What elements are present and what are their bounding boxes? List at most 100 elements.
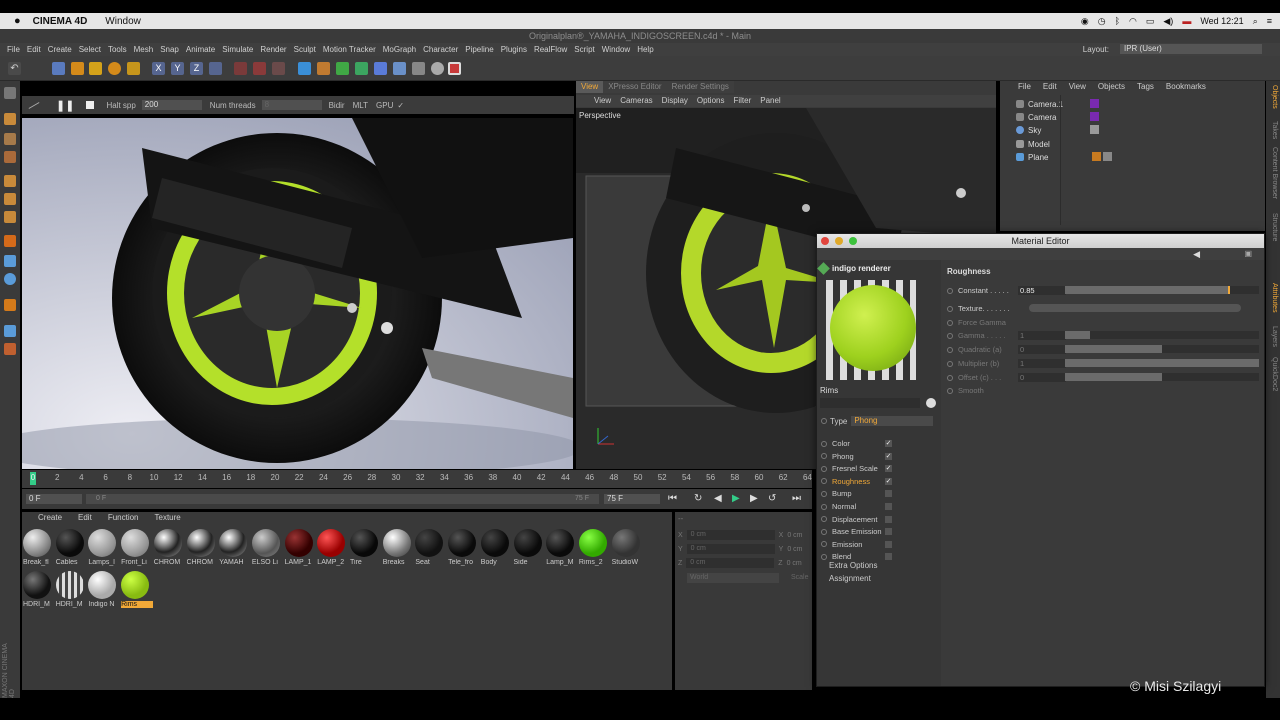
- object-row[interactable]: Sky: [1016, 124, 1041, 136]
- render-view[interactable]: [22, 118, 573, 469]
- undo-icon[interactable]: ↶: [8, 62, 21, 75]
- prev-frame-icon[interactable]: ◀: [714, 493, 722, 504]
- tab-view[interactable]: View: [576, 81, 604, 93]
- picker-icon[interactable]: [926, 398, 936, 408]
- go-start-icon[interactable]: ⏮: [668, 493, 677, 504]
- indigo-icon[interactable]: [448, 62, 461, 75]
- workplane-icon[interactable]: [4, 151, 16, 163]
- gpu-label[interactable]: GPU: [376, 101, 393, 110]
- param-value-input[interactable]: 1: [1018, 331, 1066, 340]
- mlt-label[interactable]: MLT: [353, 101, 368, 110]
- tag-icon[interactable]: [1090, 112, 1099, 121]
- side-tab-takes[interactable]: Takes: [1268, 121, 1278, 139]
- channel-checkbox[interactable]: [885, 553, 892, 561]
- menu-item[interactable]: Simulate: [222, 45, 253, 54]
- side-tab-objects[interactable]: Objects: [1268, 85, 1278, 109]
- lock-icon[interactable]: ▣: [1244, 249, 1252, 258]
- size-input[interactable]: 0 cm: [787, 532, 802, 539]
- channel-checkbox[interactable]: [885, 503, 892, 510]
- back-arrow-icon[interactable]: ◀: [1193, 249, 1200, 260]
- layout-dropdown[interactable]: IPR (User): [1120, 44, 1262, 54]
- material-menu-item[interactable]: Texture: [155, 512, 181, 524]
- channel-item[interactable]: Normal: [821, 501, 893, 512]
- quantize-icon[interactable]: [4, 343, 16, 355]
- camera-icon[interactable]: [412, 62, 425, 75]
- param-value-input[interactable]: 0: [1018, 345, 1066, 354]
- material-swatch[interactable]: CHROM: [186, 529, 217, 569]
- pause-icon[interactable]: ❚❚: [56, 99, 74, 112]
- channel-item[interactable]: Fresnel Scale: [821, 463, 893, 474]
- bidir-label[interactable]: Bidir: [329, 101, 345, 110]
- menu-item[interactable]: Plugins: [501, 45, 527, 54]
- channel-checkbox[interactable]: ✓: [885, 465, 892, 473]
- viewport-menu-item[interactable]: Panel: [760, 95, 780, 107]
- record-icon[interactable]: ◉: [1081, 16, 1089, 27]
- num-threads-input[interactable]: 8: [261, 100, 322, 110]
- material-swatch[interactable]: StudioW: [611, 529, 642, 569]
- menu-item[interactable]: MoGraph: [383, 45, 416, 54]
- minimize-window-button[interactable]: [835, 237, 843, 245]
- object-row[interactable]: Camera.1: [1016, 98, 1063, 110]
- tab-render-settings[interactable]: Render Settings: [666, 81, 734, 93]
- assignment-button[interactable]: Assignment: [829, 574, 871, 583]
- material-swatch[interactable]: Rims: [121, 571, 154, 611]
- flag-icon[interactable]: ▬: [1182, 16, 1191, 26]
- texture-mode-icon[interactable]: [4, 133, 16, 145]
- object-menu-item[interactable]: Bookmarks: [1166, 81, 1206, 93]
- airplay-icon[interactable]: ▭: [1146, 16, 1155, 27]
- side-tab-layers[interactable]: Layers: [1268, 326, 1278, 347]
- deformer-icon[interactable]: [374, 62, 387, 75]
- cloner-icon[interactable]: [355, 62, 368, 75]
- object-menu-item[interactable]: Tags: [1137, 81, 1154, 93]
- y-axis-icon[interactable]: Y: [171, 62, 184, 75]
- menu-item[interactable]: RealFlow: [534, 45, 567, 54]
- material-swatch[interactable]: Breaks: [382, 529, 413, 569]
- channel-checkbox[interactable]: ✓: [885, 452, 892, 460]
- channel-item[interactable]: Phong: [821, 451, 893, 462]
- cube-icon[interactable]: [298, 62, 311, 75]
- material-swatch[interactable]: CHROM: [153, 529, 184, 569]
- material-swatch[interactable]: Front_Li: [121, 529, 151, 569]
- x-axis-icon[interactable]: X: [152, 62, 165, 75]
- viewport-menu-item[interactable]: View: [594, 95, 611, 107]
- record-key-icon[interactable]: ↻: [694, 493, 702, 504]
- channel-item[interactable]: Roughness: [821, 476, 893, 487]
- menu-item[interactable]: Window: [602, 45, 630, 54]
- menu-item[interactable]: File: [7, 45, 20, 54]
- menu-item[interactable]: Help: [637, 45, 653, 54]
- channel-item[interactable]: Displacement: [821, 514, 893, 525]
- apple-icon[interactable]: ●: [14, 15, 21, 27]
- floor-icon[interactable]: [393, 62, 406, 75]
- material-swatch[interactable]: Lamps_l: [88, 529, 118, 569]
- menu-item[interactable]: Tools: [108, 45, 127, 54]
- material-swatch[interactable]: Body: [480, 529, 511, 569]
- material-swatch[interactable]: Seat: [415, 529, 445, 569]
- menu-item[interactable]: Character: [423, 45, 458, 54]
- tag-icon[interactable]: [1092, 152, 1101, 161]
- menu-item[interactable]: Motion Tracker: [323, 45, 376, 54]
- channel-checkbox[interactable]: ✓: [885, 440, 892, 447]
- channel-checkbox[interactable]: [885, 540, 892, 548]
- rotate-icon[interactable]: [108, 62, 121, 75]
- frame-range-slider[interactable]: 0 F 75 F: [86, 494, 599, 504]
- spotlight-icon[interactable]: ⌕: [1253, 16, 1258, 27]
- material-swatch[interactable]: Indigo N: [88, 571, 118, 611]
- position-input[interactable]: 0 cm: [686, 544, 775, 554]
- object-row[interactable]: Plane: [1016, 151, 1048, 163]
- channel-checkbox[interactable]: ✓: [885, 477, 892, 485]
- side-tab-structure[interactable]: Structure: [1268, 213, 1278, 241]
- material-swatch[interactable]: YAMAH: [219, 529, 249, 569]
- side-tab-content-browser[interactable]: Content Browser: [1268, 147, 1278, 199]
- snap-icon[interactable]: [4, 273, 16, 285]
- material-swatch[interactable]: LAMP_1: [284, 529, 315, 569]
- menu-item[interactable]: Script: [574, 45, 594, 54]
- go-end-icon[interactable]: ⏭: [792, 493, 801, 504]
- volume-icon[interactable]: ◀): [1163, 16, 1173, 27]
- material-swatch[interactable]: Tire: [350, 529, 380, 569]
- render-view-icon[interactable]: [234, 62, 247, 75]
- next-frame-icon[interactable]: ▶: [750, 493, 758, 504]
- object-row[interactable]: Model: [1016, 138, 1050, 150]
- clock[interactable]: Wed 12:21: [1200, 16, 1243, 26]
- material-swatch[interactable]: HDRI_M: [23, 571, 53, 611]
- object-menu-item[interactable]: File: [1018, 81, 1031, 93]
